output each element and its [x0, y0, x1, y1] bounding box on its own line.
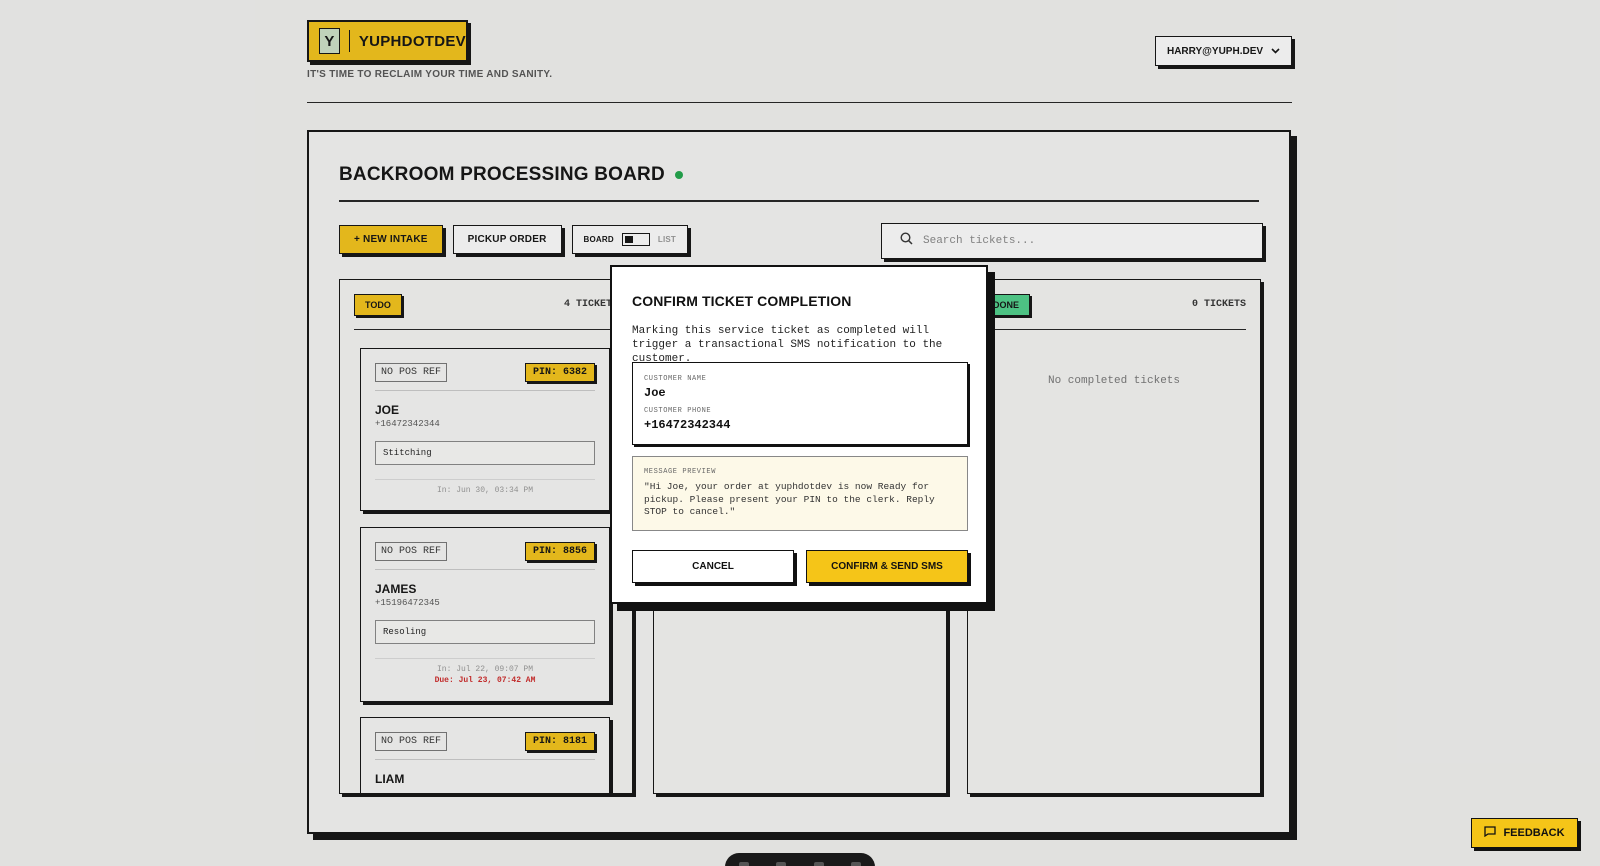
toolbar-item-icon[interactable]: [813, 862, 824, 866]
message-preview-box: MESSAGE PREVIEW "Hi Joe, your order at y…: [632, 456, 968, 531]
customer-name-label: CUSTOMER NAME: [644, 375, 707, 383]
confirm-completion-dialog: CONFIRM TICKET COMPLETION Marking this s…: [610, 265, 988, 604]
cancel-button[interactable]: CANCEL: [632, 550, 794, 583]
floating-toolbar[interactable]: [725, 853, 875, 866]
feedback-label: FEEDBACK: [1503, 827, 1565, 839]
message-preview-label: MESSAGE PREVIEW: [644, 468, 717, 476]
customer-phone-value: +16472342344: [644, 418, 731, 432]
dialog-description: Marking this service ticket as completed…: [632, 325, 943, 365]
customer-name-value: Joe: [644, 386, 666, 400]
toolbar-item-icon[interactable]: [776, 862, 787, 866]
feedback-icon: [1484, 826, 1497, 840]
customer-phone-label: CUSTOMER PHONE: [644, 407, 712, 415]
customer-info-box: CUSTOMER NAME Joe CUSTOMER PHONE +164723…: [632, 362, 968, 445]
toolbar-item-icon[interactable]: [738, 862, 749, 866]
toolbar-item-icon[interactable]: [851, 862, 862, 866]
confirm-send-sms-button[interactable]: CONFIRM & SEND SMS: [806, 550, 968, 583]
feedback-button[interactable]: FEEDBACK: [1471, 818, 1578, 848]
message-preview-text: "Hi Joe, your order at yuphdotdev is now…: [644, 481, 935, 517]
dialog-title: CONFIRM TICKET COMPLETION: [632, 293, 852, 309]
